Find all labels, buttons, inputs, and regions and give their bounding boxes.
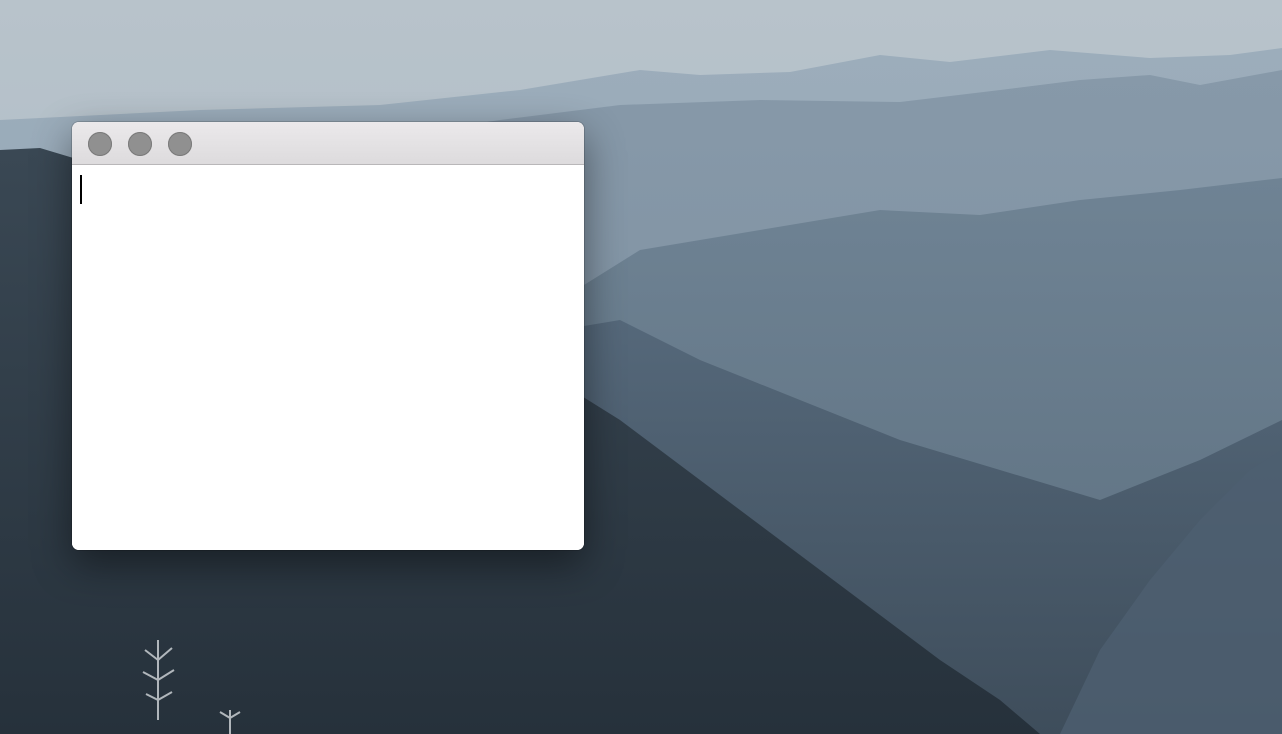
maximize-dot-icon[interactable] xyxy=(168,132,192,156)
window-content xyxy=(72,165,584,550)
close-dot-icon[interactable] xyxy=(88,132,112,156)
window-titlebar[interactable] xyxy=(72,122,584,165)
desktop xyxy=(0,0,1282,734)
text-caret xyxy=(80,175,82,204)
text-editor-window xyxy=(72,122,584,550)
text-editor-area[interactable] xyxy=(72,165,584,550)
minimize-dot-icon[interactable] xyxy=(128,132,152,156)
